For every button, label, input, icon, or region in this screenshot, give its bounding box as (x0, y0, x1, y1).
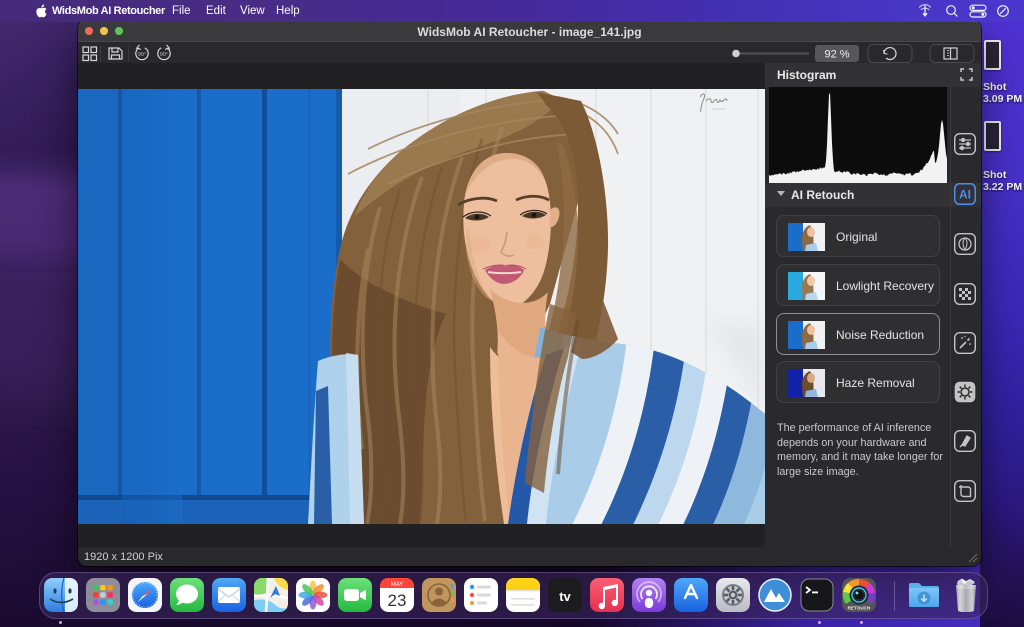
svg-text:RETOUCH: RETOUCH (847, 606, 870, 611)
svg-text:23: 23 (387, 591, 406, 610)
svg-text:92 %: 92 % (824, 49, 849, 61)
svg-text:90°: 90° (160, 52, 168, 58)
svg-text:90°: 90° (138, 52, 146, 58)
svg-text:MAY: MAY (390, 582, 403, 588)
svg-text:AI: AI (959, 188, 971, 202)
